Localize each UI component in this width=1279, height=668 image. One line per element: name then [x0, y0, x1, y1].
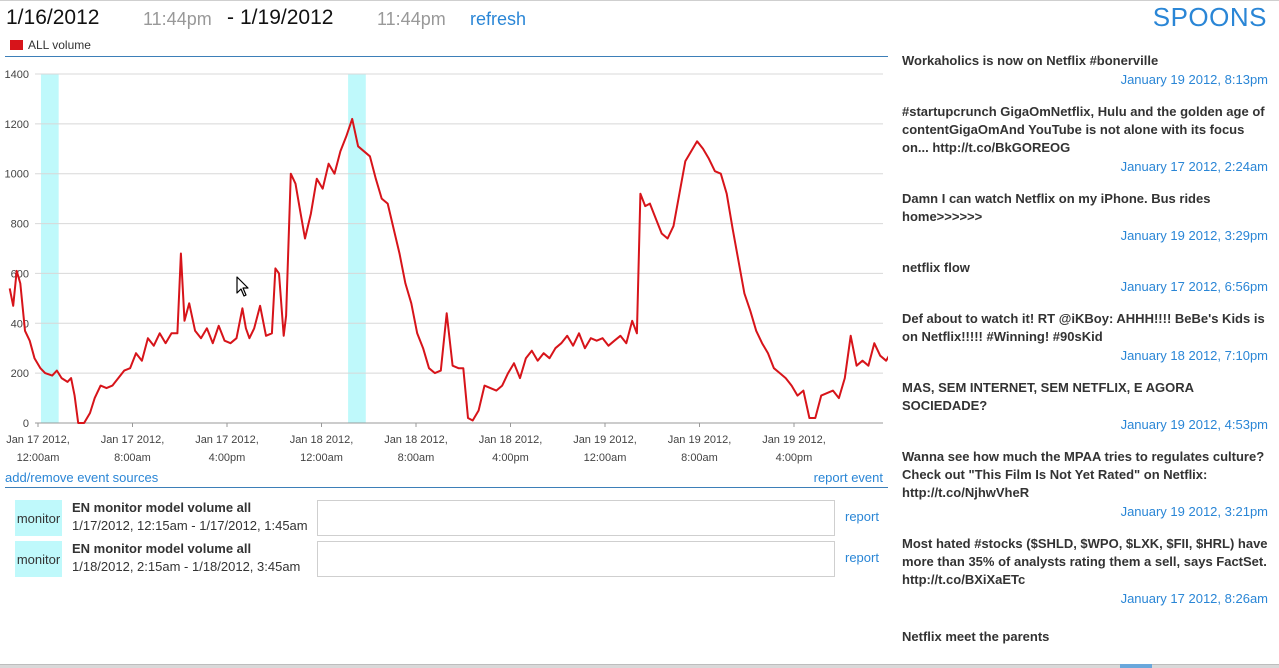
feed-item: Wanna see how much the MPAA tries to reg… — [902, 448, 1270, 521]
x-tick-label: Jan 17 2012, — [195, 434, 259, 446]
event-time-range: 1/18/2012, 2:15am - 1/18/2012, 3:45am — [72, 559, 301, 574]
x-tick-label: Jan 18 2012, — [290, 434, 354, 446]
end-time[interactable]: 11:44pm — [377, 9, 446, 30]
add-remove-event-sources-link[interactable]: add/remove event sources — [5, 470, 158, 485]
tweet-timestamp-link[interactable]: January 17 2012, 8:26am — [902, 590, 1270, 608]
event-band — [348, 74, 366, 423]
y-tick-label: 800 — [11, 219, 29, 231]
y-tick-label: 1400 — [5, 69, 29, 81]
tweet-text: Netflix meet the parents — [902, 629, 1050, 644]
x-tick-label: Jan 17 2012, — [101, 434, 165, 446]
event-note-field[interactable] — [317, 541, 835, 577]
event-source-badge: monitor — [15, 500, 62, 536]
event-report-link[interactable]: report — [845, 550, 879, 565]
x-tick-label: Jan 19 2012, — [762, 434, 826, 446]
tweet-timestamp-link[interactable]: January 17 2012, 2:24am — [902, 158, 1270, 176]
x-tick-label: 4:00pm — [209, 452, 246, 464]
tweet-text: #startupcrunch GigaOmNetflix, Hulu and t… — [902, 104, 1265, 155]
tweet-text: Damn I can watch Netflix on my iPhone. B… — [902, 191, 1211, 224]
start-date[interactable]: 1/16/2012 — [6, 6, 99, 30]
feed-item: Damn I can watch Netflix on my iPhone. B… — [902, 190, 1270, 245]
event-note-field[interactable] — [317, 500, 835, 536]
x-tick-label: 12:00am — [300, 452, 343, 464]
event-report-link[interactable]: report — [845, 509, 879, 524]
feed-item: Def about to watch it! RT @iKBoy: AHHH!!… — [902, 310, 1270, 365]
tweet-text: Wanna see how much the MPAA tries to reg… — [902, 449, 1265, 500]
event-title: EN monitor model volume all — [72, 541, 252, 556]
event-row: monitor EN monitor model volume all 1/18… — [15, 541, 885, 577]
brand-logo: SPOONS — [1152, 2, 1267, 32]
x-tick-label: 12:00am — [584, 452, 627, 464]
x-tick-label: 4:00pm — [776, 452, 813, 464]
x-tick-label: Jan 19 2012, — [668, 434, 732, 446]
tweet-timestamp-link[interactable]: January 17 2012, 6:56pm — [902, 278, 1270, 296]
refresh-link[interactable]: refresh — [470, 9, 526, 30]
report-event-link[interactable]: report event — [814, 470, 883, 485]
mouse-cursor-icon — [236, 276, 249, 297]
x-tick-label: 12:00am — [17, 452, 60, 464]
feed-item: #startupcrunch GigaOmNetflix, Hulu and t… — [902, 103, 1270, 176]
feed-item: Most hated #stocks ($SHLD, $WPO, $LXK, $… — [902, 535, 1270, 608]
x-tick-label: 8:00am — [398, 452, 435, 464]
x-tick-label: 4:00pm — [492, 452, 529, 464]
x-tick-label: 8:00am — [681, 452, 718, 464]
x-tick-label: Jan 18 2012, — [479, 434, 543, 446]
feed-item: Netflix meet the parents — [902, 628, 1270, 646]
x-tick-label: 8:00am — [114, 452, 151, 464]
y-tick-label: 0 — [23, 418, 29, 430]
feed-item: netflix flow January 17 2012, 6:56pm — [902, 259, 1270, 296]
tweet-text: netflix flow — [902, 260, 970, 275]
x-tick-label: Jan 17 2012, — [6, 434, 70, 446]
tweet-timestamp-link[interactable]: January 19 2012, 3:21pm — [902, 503, 1270, 521]
tweet-feed[interactable]: Workaholics is now on Netflix #bonervill… — [902, 52, 1270, 668]
y-tick-label: 400 — [11, 318, 29, 330]
tweet-timestamp-link[interactable]: January 19 2012, 3:29pm — [902, 227, 1270, 245]
series-line — [8, 117, 888, 424]
y-tick-label: 1000 — [5, 169, 29, 181]
x-tick-label: Jan 19 2012, — [573, 434, 637, 446]
event-title: EN monitor model volume all — [72, 500, 252, 515]
event-source-badge: monitor — [15, 541, 62, 577]
volume-chart[interactable]: 0200400600800100012001400Jan 17 2012,12:… — [0, 62, 888, 470]
window-top-border — [0, 0, 1279, 1]
y-tick-label: 200 — [11, 368, 29, 380]
event-time-range: 1/17/2012, 12:15am - 1/17/2012, 1:45am — [72, 518, 308, 533]
tweet-timestamp-link[interactable]: January 19 2012, 4:53pm — [902, 416, 1270, 434]
start-time[interactable]: 11:44pm — [143, 9, 212, 30]
event-row: monitor EN monitor model volume all 1/17… — [15, 500, 885, 536]
date-range-separator: - — [227, 6, 234, 29]
end-date[interactable]: 1/19/2012 — [240, 6, 333, 30]
horizontal-scrollbar[interactable] — [0, 664, 1279, 668]
legend-swatch — [10, 40, 23, 50]
tweet-timestamp-link[interactable]: January 19 2012, 8:13pm — [902, 71, 1270, 89]
scrollbar-thumb[interactable] — [1120, 664, 1152, 668]
chart-legend[interactable]: ALL volume — [10, 38, 91, 52]
tweet-text: Workaholics is now on Netflix #bonervill… — [902, 53, 1159, 68]
legend-label: ALL volume — [28, 38, 91, 52]
feed-item: Workaholics is now on Netflix #bonervill… — [902, 52, 1270, 89]
tweet-text: MAS, SEM INTERNET, SEM NETFLIX, E AGORA … — [902, 380, 1194, 413]
header-divider — [5, 56, 888, 57]
y-tick-label: 1200 — [5, 119, 29, 131]
x-tick-label: Jan 18 2012, — [384, 434, 448, 446]
events-divider — [5, 487, 888, 488]
tweet-text: Def about to watch it! RT @iKBoy: AHHH!!… — [902, 311, 1265, 344]
feed-item: MAS, SEM INTERNET, SEM NETFLIX, E AGORA … — [902, 379, 1270, 434]
tweet-text: Most hated #stocks ($SHLD, $WPO, $LXK, $… — [902, 536, 1268, 587]
tweet-timestamp-link[interactable]: January 18 2012, 7:10pm — [902, 347, 1270, 365]
